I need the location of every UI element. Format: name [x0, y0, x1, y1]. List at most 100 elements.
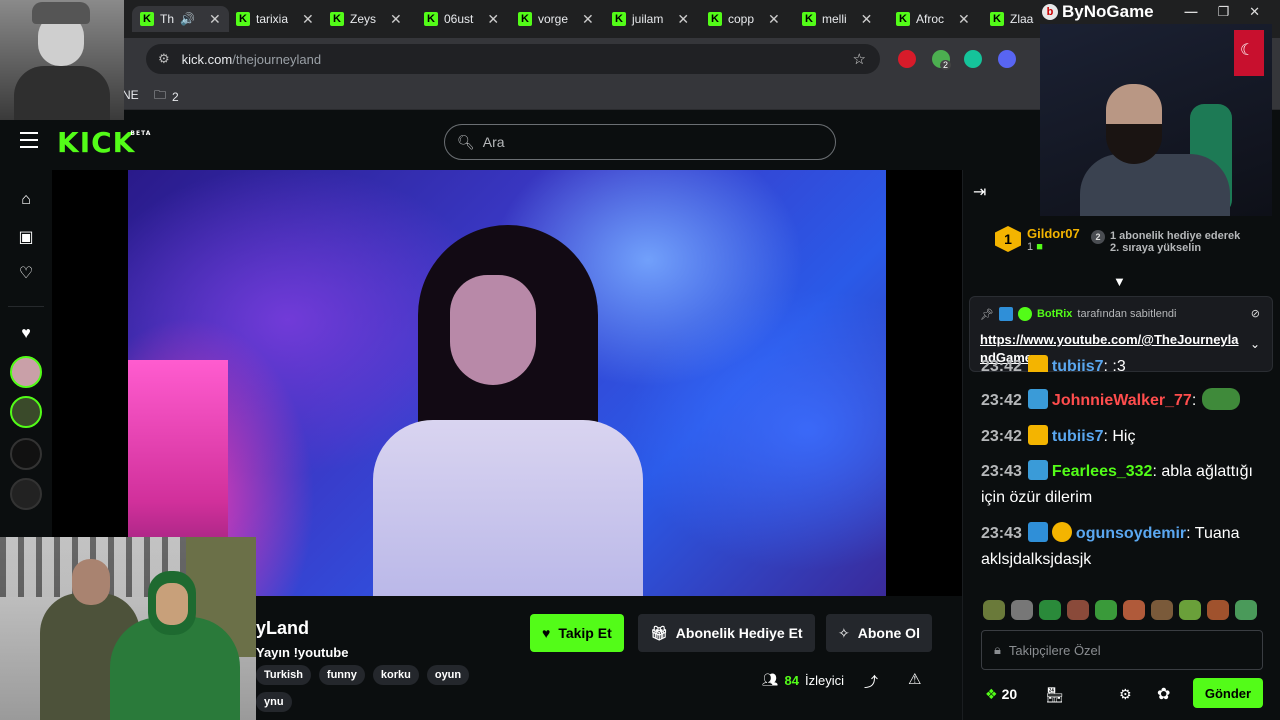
followed-channel-avatar[interactable] [10, 356, 42, 388]
subscribe-button[interactable]: ✧ Abone Ol [826, 614, 932, 652]
emote-picker-icon[interactable]: ✿ [1157, 684, 1170, 704]
browse-icon[interactable]: ▣ [16, 228, 36, 248]
followed-channel-avatar[interactable] [10, 438, 42, 470]
kick-favicon-icon: K [236, 12, 250, 26]
message-user[interactable]: tubiis7 [1052, 428, 1104, 445]
kick-favicon-icon: K [990, 12, 1004, 26]
gift-sub-button[interactable]: 🎁︎ Abonelik Hediye Et [638, 614, 815, 652]
moderator-badge-icon [1027, 522, 1048, 542]
share-icon[interactable]: ⤴ [864, 672, 878, 692]
emote-icon[interactable] [1095, 600, 1117, 620]
close-tab-icon[interactable]: ✕ [390, 11, 402, 28]
overlay-webcam [1040, 24, 1272, 216]
pinned-by-user[interactable]: BotRix [1037, 308, 1072, 320]
tag-chip[interactable]: oyun [426, 665, 470, 685]
send-button[interactable]: Gönder [1193, 678, 1263, 708]
site-settings-icon[interactable]: ⚙ [158, 51, 170, 67]
message-user[interactable]: Fearlees_332 [1052, 463, 1153, 480]
close-tab-icon[interactable]: ✕ [677, 11, 689, 28]
browser-tab[interactable]: Kmelli ✕ [802, 6, 872, 32]
webcam-body [1080, 154, 1230, 216]
store-icon[interactable]: 🏪︎ [1045, 686, 1064, 704]
followed-channel-avatar[interactable] [10, 396, 42, 428]
followed-channel-avatar[interactable] [10, 478, 42, 510]
browser-tab[interactable]: Kjuilam ✕ [612, 6, 689, 32]
kick-logo[interactable]: KICK BETA [57, 126, 150, 159]
browser-tab[interactable]: K Zeys ✕ [330, 6, 402, 32]
emote-icon[interactable] [1151, 600, 1173, 620]
stream-video[interactable] [128, 170, 886, 596]
message-user[interactable]: ogunsoydemir [1076, 525, 1186, 542]
bookmark-folder[interactable]: 🗀 2 [154, 86, 179, 107]
tag-list: Turkish funny korku oyun [256, 665, 470, 685]
extension-g-icon[interactable] [964, 50, 982, 68]
minimize-icon[interactable]: — [1184, 4, 1197, 20]
message-text: : :3 [1103, 358, 1126, 372]
close-tab-icon[interactable]: ✕ [487, 11, 499, 28]
browser-tab[interactable]: K Zlaa [990, 6, 1033, 32]
emote-icon[interactable] [1235, 600, 1257, 620]
browser-tab[interactable]: Ktarixia ✕ [236, 6, 314, 32]
home-icon[interactable]: ⌂ [16, 190, 36, 210]
emote-icon[interactable] [1011, 600, 1033, 620]
chat-message: 23:42 tubiis7: :3 [981, 354, 1275, 372]
bookmark-star-icon[interactable]: ☆ [853, 50, 866, 68]
emote-icon[interactable] [1067, 600, 1089, 620]
close-tab-icon[interactable]: ✕ [302, 11, 314, 28]
extension-discord-icon[interactable] [998, 50, 1016, 68]
kick-favicon-icon: K [802, 12, 816, 26]
collapse-chat-icon[interactable]: ⇥ [973, 182, 986, 202]
browser-tab[interactable]: Kvorge ✕ [518, 6, 594, 32]
message-user[interactable]: JohnnieWalker_77 [1052, 392, 1192, 409]
close-tab-icon[interactable]: ✕ [861, 11, 873, 28]
close-tab-icon[interactable]: ✕ [958, 11, 970, 28]
goal-line1: 1 abonelik hediye ederek [1110, 230, 1241, 242]
tag-chip[interactable]: korku [372, 665, 419, 685]
bookmark-item[interactable]: NE [122, 88, 139, 102]
tag-chip[interactable]: ynu [256, 692, 292, 712]
address-bar[interactable]: ⚙ kick.com/thejourneyland ☆ [146, 44, 880, 74]
follow-button[interactable]: ♥ Takip Et [530, 614, 624, 652]
browser-tab-active[interactable]: K Th 🔊 ✕ [132, 6, 229, 32]
chat-filter-icon[interactable]: ▼ [1113, 274, 1126, 289]
logo-text: KICK [57, 126, 136, 159]
chat-message: 23:42 JohnnieWalker_77: [981, 388, 1275, 414]
settings-gear-icon[interactable]: ⚙ [1119, 686, 1132, 703]
channel-points[interactable]: ❖ 20 [985, 686, 1017, 703]
close-tab-icon[interactable]: ✕ [768, 11, 780, 28]
channel-name[interactable]: yLand [256, 618, 309, 639]
report-warning-icon[interactable]: ⚠ [908, 670, 921, 688]
emote-icon[interactable] [1123, 600, 1145, 620]
viewer-count: 👥︎ 84 İzleyici [762, 672, 844, 688]
badge-icon [1027, 355, 1048, 372]
search-input[interactable]: 🔍︎ Ara [444, 124, 836, 160]
browser-tab[interactable]: K Afroc ✕ [896, 6, 970, 32]
video-player[interactable] [52, 170, 962, 596]
close-tab-icon[interactable]: ✕ [209, 11, 221, 28]
heart-icon: ♥ [542, 625, 551, 641]
screen: K Th 🔊 ✕ Ktarixia ✕ K Zeys ✕ K 06ust ✕ Kvorge… [0, 0, 1280, 720]
emote-icon[interactable] [1039, 600, 1061, 620]
chat-input[interactable]: 🔒︎ Takipçilere Özel [981, 630, 1263, 670]
emote-icon[interactable] [1179, 600, 1201, 620]
browser-tab[interactable]: K 06ust ✕ [424, 6, 499, 32]
message-user[interactable]: tubiis7 [1052, 358, 1104, 372]
emote-icon[interactable] [983, 600, 1005, 620]
following-heart-icon[interactable]: ♡ [16, 264, 36, 284]
chat-panel: ⇥ 1 Gildor07 1 ■ 2 1 abonelik hediye ede… [962, 170, 1280, 720]
tag-chip[interactable]: Turkish [256, 665, 311, 685]
chevron-down-icon[interactable]: ⌄ [1250, 337, 1260, 351]
tag-chip[interactable]: funny [318, 665, 365, 685]
close-tab-icon[interactable]: ✕ [582, 11, 594, 28]
emote-icon[interactable] [1207, 600, 1229, 620]
chat-toolbar: ❖ 20 🏪︎ ⚙ ✿ Gönder [981, 678, 1273, 710]
message-time: 23:43 [981, 525, 1022, 542]
hide-pinned-icon[interactable]: ⊘ [1251, 307, 1260, 320]
close-window-icon[interactable]: ✕ [1249, 4, 1260, 20]
menu-icon[interactable] [20, 132, 38, 148]
leader-name[interactable]: Gildor07 [1027, 226, 1080, 241]
lock-icon: 🔒︎ [994, 642, 1001, 657]
extension-adblock-icon[interactable] [898, 50, 916, 68]
browser-tab[interactable]: Kcopp ✕ [708, 6, 780, 32]
restore-icon[interactable]: ❐ [1217, 4, 1229, 20]
